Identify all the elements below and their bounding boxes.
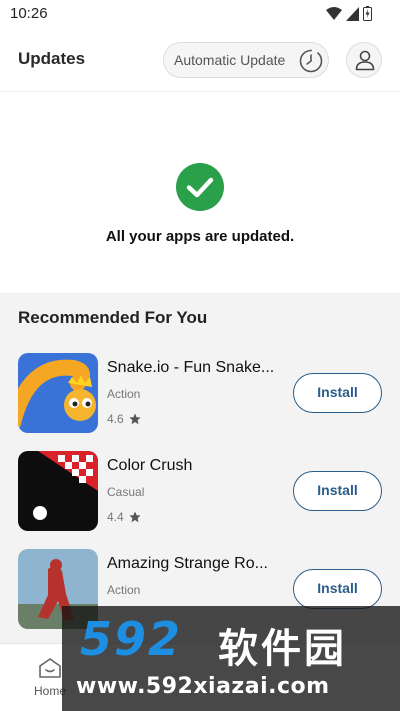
status-icons — [326, 6, 372, 21]
install-button[interactable]: Install — [293, 373, 382, 413]
color-crush-app-icon — [18, 451, 98, 531]
app-list-item[interactable]: Snake.io - Fun Snake... Action 4.6 Insta… — [0, 353, 400, 435]
status-time: 10:26 — [10, 5, 48, 22]
status-bar: 10:26 — [0, 0, 400, 28]
install-button[interactable]: Install — [293, 569, 382, 609]
app-name: Amazing Strange Ro... — [107, 555, 268, 572]
automatic-update-button[interactable]: Automatic Update — [163, 42, 329, 78]
clock-icon — [299, 49, 323, 73]
install-label: Install — [317, 384, 358, 400]
app-header: Updates Automatic Update — [0, 28, 400, 92]
home-icon — [39, 658, 61, 678]
snake-io-app-icon — [18, 353, 98, 433]
rating-value: 4.6 — [107, 412, 124, 426]
update-status-area: All your apps are updated. — [0, 93, 400, 293]
app-category: Action — [107, 387, 141, 401]
user-icon — [355, 50, 375, 71]
app-list-item[interactable]: Color Crush Casual 4.4 Install — [0, 451, 400, 533]
watermark-numbers: 592 — [80, 612, 183, 666]
install-label: Install — [317, 580, 358, 596]
automatic-update-label: Automatic Update — [174, 52, 286, 68]
app-category: Casual — [107, 485, 145, 499]
wifi-icon — [326, 6, 342, 20]
section-title: Recommended For You — [18, 308, 208, 327]
install-button[interactable]: Install — [293, 471, 382, 511]
install-label: Install — [317, 482, 358, 498]
watermark-url: www.592xiazai.com — [76, 674, 330, 699]
signal-icon — [346, 6, 359, 21]
watermark-name: 软件园 — [218, 626, 347, 672]
app-name: Color Crush — [107, 457, 193, 474]
status-message: All your apps are updated. — [105, 228, 295, 245]
page-title: Updates — [18, 49, 86, 68]
profile-button[interactable] — [346, 42, 382, 78]
watermark-overlay: 592 软件园 www.592xiazai.com — [62, 606, 400, 711]
battery-icon — [363, 6, 372, 21]
check-circle-icon — [176, 163, 224, 211]
rating-value: 4.4 — [107, 510, 124, 524]
app-rating: 4.4 — [107, 510, 141, 524]
app-rating: 4.6 — [107, 412, 141, 426]
app-category: Action — [107, 583, 141, 597]
star-icon — [129, 413, 141, 425]
star-icon — [129, 511, 141, 523]
app-name: Snake.io - Fun Snake... — [107, 359, 275, 376]
